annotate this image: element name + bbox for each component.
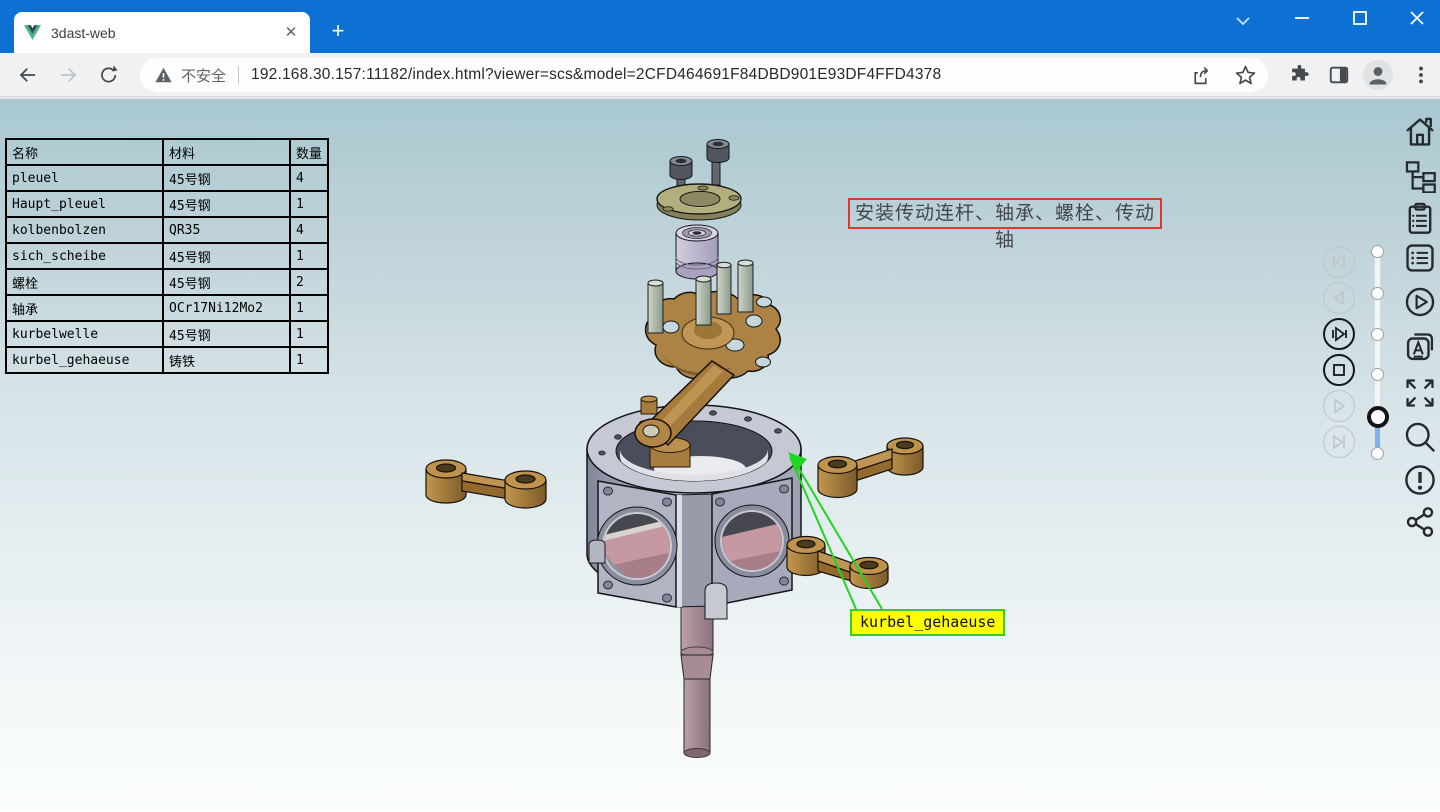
viewer-canvas[interactable]: 名称 材料 数量 pleuel45号钢4 Haupt_pleuel45号钢1 k…	[0, 97, 1440, 810]
progress-slider-thumb[interactable]	[1367, 406, 1389, 428]
step-back-button[interactable]	[1323, 282, 1355, 314]
address-bar[interactable]: 不安全 192.168.30.157:11182/index.html?view…	[140, 58, 1268, 92]
table-row: 螺栓45号钢2	[6, 269, 328, 295]
bookmark-star-icon[interactable]	[1235, 65, 1256, 86]
extensions-icon[interactable]	[1288, 64, 1310, 86]
play-step-button[interactable]	[1323, 318, 1355, 350]
menu-kebab-icon[interactable]	[1410, 64, 1432, 86]
window-minimize-icon[interactable]	[1292, 8, 1312, 28]
table-header-row: 名称 材料 数量	[6, 139, 328, 165]
clipboard-list-icon[interactable]	[1403, 201, 1437, 235]
home-icon[interactable]	[1403, 115, 1437, 149]
model-crankcase-housing	[587, 396, 801, 619]
play-circle-icon[interactable]	[1403, 285, 1437, 319]
model-connecting-rod-left	[426, 460, 546, 508]
side-panel-icon[interactable]	[1328, 64, 1350, 86]
part-name-label[interactable]: kurbel_gehaeuse	[850, 609, 1005, 636]
browser-toolbar: 不安全 192.168.30.157:11182/index.html?view…	[0, 53, 1440, 97]
omnibox-divider	[238, 66, 239, 84]
model-washer	[657, 184, 741, 220]
skip-end-button[interactable]	[1323, 426, 1355, 458]
skip-start-button[interactable]	[1323, 246, 1355, 278]
slider-step-dot[interactable]	[1371, 287, 1384, 300]
table-row: kurbel_gehaeuse铸铁1	[6, 347, 328, 373]
forward-icon[interactable]	[57, 64, 79, 86]
tab-close-icon[interactable]: ✕	[282, 24, 300, 42]
list-menu-icon[interactable]	[1403, 241, 1437, 275]
annotation-text-icon[interactable]	[1403, 330, 1437, 364]
reload-icon[interactable]	[98, 64, 120, 86]
url-text[interactable]: 192.168.30.157:11182/index.html?viewer=s…	[251, 66, 941, 84]
model-bearing	[676, 225, 718, 279]
window-chevron-icon[interactable]	[1233, 11, 1253, 31]
slider-step-dot[interactable]	[1371, 245, 1384, 258]
slider-step-dot[interactable]	[1371, 368, 1384, 381]
security-label: 不安全	[181, 65, 226, 86]
assembly-tree-icon[interactable]	[1403, 159, 1437, 193]
fit-expand-icon[interactable]	[1403, 376, 1437, 410]
stop-button[interactable]	[1323, 354, 1355, 386]
table-row: kurbelwelle45号钢1	[6, 321, 328, 347]
model-connecting-rod-right-upper	[818, 438, 923, 498]
col-qty: 数量	[290, 139, 328, 165]
tab-title: 3dast-web	[51, 25, 282, 41]
share-icon[interactable]	[1403, 505, 1437, 539]
browser-tab[interactable]: 3dast-web ✕	[14, 12, 310, 53]
assembly-step-note: 安装传动连杆、轴承、螺栓、传动轴	[848, 198, 1162, 229]
play-button[interactable]	[1323, 390, 1355, 422]
back-icon[interactable]	[17, 64, 39, 86]
table-row: sich_scheibe45号钢1	[6, 243, 328, 269]
table-row: 轴承OCr17Ni12Mo21	[6, 295, 328, 321]
parts-table: 名称 材料 数量 pleuel45号钢4 Haupt_pleuel45号钢1 k…	[5, 138, 329, 374]
col-name: 名称	[6, 139, 163, 165]
not-secure-warning-icon	[154, 66, 173, 84]
zoom-search-icon[interactable]	[1403, 420, 1437, 454]
slider-step-dot[interactable]	[1371, 447, 1384, 460]
slider-step-dot[interactable]	[1371, 328, 1384, 341]
table-row: pleuel45号钢4	[6, 165, 328, 191]
vue-favicon	[24, 25, 41, 40]
model-connecting-rod-right-lower	[787, 537, 888, 589]
new-tab-button[interactable]: +	[324, 18, 352, 46]
share-page-icon[interactable]	[1190, 65, 1211, 86]
table-row: kolbenbolzenQR354	[6, 217, 328, 243]
col-material: 材料	[163, 139, 290, 165]
browser-titlebar: 3dast-web ✕ +	[0, 0, 1440, 53]
window-close-icon[interactable]	[1407, 8, 1427, 28]
profile-avatar[interactable]	[1363, 60, 1393, 90]
table-row: Haupt_pleuel45号钢1	[6, 191, 328, 217]
info-icon[interactable]	[1403, 463, 1437, 497]
window-maximize-icon[interactable]	[1350, 8, 1370, 28]
